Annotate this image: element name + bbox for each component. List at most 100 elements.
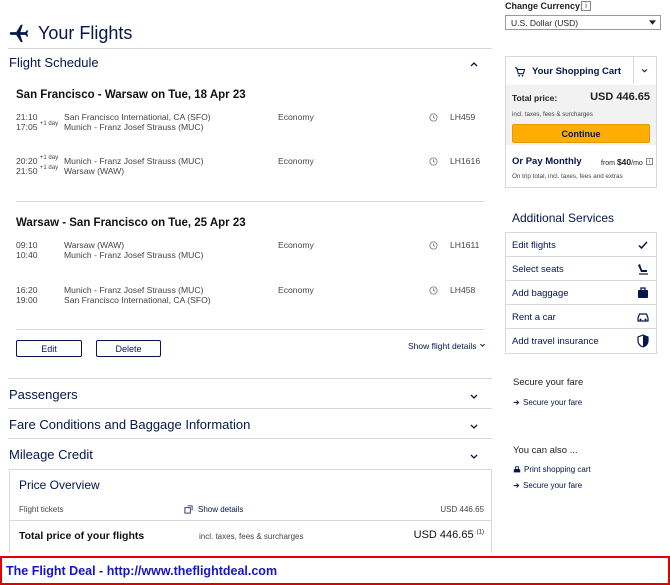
check-icon — [638, 241, 648, 250]
info-icon[interactable]: i — [646, 158, 653, 165]
service-label: Rent a car — [512, 312, 556, 323]
page-title: Your Flights — [38, 22, 133, 43]
departure-time: 20:20 — [16, 156, 38, 166]
print-cart-link[interactable]: Print shopping cart — [513, 465, 591, 474]
cabin-class: Economy — [278, 112, 314, 122]
arrival-airport: Warsaw (WAW) — [64, 166, 125, 176]
route-title-outbound: San Francisco - Warsaw on Tue, 18 Apr 23 — [16, 89, 246, 101]
flight-number[interactable]: LH1616 — [450, 156, 480, 166]
departure-time: 16:20 — [16, 285, 38, 295]
pay-monthly-amount: $40 — [616, 157, 632, 167]
service-rent-a-car[interactable]: Rent a car — [506, 305, 656, 329]
service-add-baggage[interactable]: Add baggage — [506, 281, 656, 305]
flight-number[interactable]: LH1611 — [450, 240, 479, 250]
edit-button[interactable]: Edit — [16, 340, 82, 357]
divider — [10, 520, 491, 521]
car-icon — [637, 313, 649, 322]
clock-icon — [429, 157, 438, 166]
total-price-label: Total price of your flights — [19, 530, 145, 542]
chevron-down-icon[interactable] — [640, 67, 649, 75]
fare-conditions-heading[interactable]: Fare Conditions and Baggage Information — [9, 417, 250, 432]
cart-total-note: incl. taxes, fees & surcharges — [512, 111, 593, 118]
change-currency-label: Change Currency: — [505, 1, 584, 11]
show-details-link[interactable]: Show details — [184, 505, 243, 514]
arrow-right-icon — [513, 483, 520, 488]
divider — [8, 438, 492, 439]
departure-airport: Munich - Franz Josef Strauss (MUC) — [64, 156, 204, 166]
divider — [16, 201, 484, 202]
departure-airport: Warsaw (WAW) — [64, 240, 125, 250]
secure-fare-title: Secure your fare — [513, 377, 584, 388]
cart-icon — [515, 67, 525, 77]
flight-number[interactable]: LH458 — [450, 285, 475, 295]
arrival-airport: Munich - Franz Josef Strauss (MUC) — [64, 250, 204, 260]
show-details-label: Show details — [198, 505, 244, 514]
dropdown-arrow-icon — [649, 20, 656, 25]
popup-icon — [184, 505, 193, 514]
cart-title: Your Shopping Cart — [532, 66, 622, 77]
divider — [16, 329, 484, 330]
printer-icon — [513, 465, 521, 472]
footnote-marker: (1) — [476, 529, 484, 536]
additional-services-list: Edit flights Select seats Add baggage Re… — [505, 232, 657, 354]
additional-services-title: Additional Services — [512, 211, 615, 225]
divider — [8, 408, 492, 409]
divider — [8, 48, 492, 49]
chevron-down-icon[interactable] — [469, 452, 479, 462]
chevron-down-icon[interactable] — [469, 392, 479, 402]
flight-number[interactable]: LH459 — [450, 112, 475, 122]
divider — [8, 378, 492, 379]
flight-schedule-heading: Flight Schedule — [9, 55, 99, 70]
service-label: Edit flights — [512, 240, 556, 251]
cart-total-amount: USD 446.65 — [590, 91, 650, 103]
clock-icon — [429, 113, 438, 122]
show-flight-details-link[interactable]: Show flight details — [408, 341, 486, 351]
flight-tickets-amount: USD 446.65 — [440, 505, 484, 514]
shopping-cart: Your Shopping Cart Total price: USD 446.… — [505, 56, 657, 188]
service-label: Add baggage — [512, 288, 569, 299]
service-edit-flights[interactable]: Edit flights — [506, 233, 656, 257]
clock-icon — [429, 241, 438, 250]
shield-icon — [637, 334, 649, 348]
secure-fare-link-2-label: Secure your fare — [523, 481, 583, 490]
arrival-time: 19:00 — [16, 295, 38, 305]
pay-monthly-note: On trip total, incl. taxes, fees and ext… — [512, 173, 623, 180]
arrival-day-offset: +1 day — [39, 165, 59, 171]
page-header: Your Flights — [8, 18, 492, 48]
pay-from-label: from — [601, 160, 615, 167]
service-add-travel-insurance[interactable]: Add travel insurance — [506, 329, 656, 353]
banner-text: The Flight Deal - http://www.theflightde… — [6, 564, 278, 578]
service-label: Select seats — [512, 264, 564, 275]
chevron-up-icon[interactable] — [469, 59, 479, 69]
chevron-down-icon[interactable] — [469, 422, 479, 432]
arrival-airport: Munich - Franz Josef Strauss (MUC) — [64, 122, 204, 132]
chevron-down-icon — [479, 343, 485, 347]
service-label: Add travel insurance — [512, 336, 599, 347]
continue-button[interactable]: Continue — [512, 124, 650, 143]
seat-icon — [638, 264, 648, 275]
secure-fare-link[interactable]: Secure your fare — [513, 398, 582, 407]
departure-airport: San Francisco International, CA (SFO) — [64, 112, 211, 122]
passengers-heading[interactable]: Passengers — [9, 387, 78, 402]
pay-monthly-unit: /mo — [631, 160, 643, 167]
you-can-also-title: You can also ... — [513, 445, 578, 456]
airplane-icon — [9, 24, 29, 43]
flight-tickets-label: Flight tickets — [19, 505, 64, 514]
info-icon[interactable]: i — [581, 1, 591, 11]
arrival-airport: San Francisco International, CA (SFO) — [64, 295, 211, 305]
departure-time: 09:10 — [16, 240, 38, 250]
secure-fare-link-2[interactable]: Secure your fare — [513, 481, 582, 490]
divider — [633, 57, 634, 84]
currency-selected-value: U.S. Dollar (USD) — [511, 17, 579, 28]
service-select-seats[interactable]: Select seats — [506, 257, 656, 281]
currency-select[interactable]: U.S. Dollar (USD) — [505, 15, 661, 30]
route-title-return: Warsaw - San Francisco on Tue, 25 Apr 23 — [16, 217, 246, 229]
mileage-credit-heading[interactable]: Mileage Credit — [9, 447, 93, 462]
arrival-time: 10:40 — [16, 250, 38, 260]
arrival-day-offset: +1 day — [39, 121, 59, 127]
delete-button[interactable]: Delete — [96, 340, 161, 357]
secure-fare-link-label: Secure your fare — [523, 398, 583, 407]
cabin-class: Economy — [278, 285, 314, 295]
cabin-class: Economy — [278, 240, 314, 250]
watermark-banner: The Flight Deal - http://www.theflightde… — [0, 556, 670, 585]
